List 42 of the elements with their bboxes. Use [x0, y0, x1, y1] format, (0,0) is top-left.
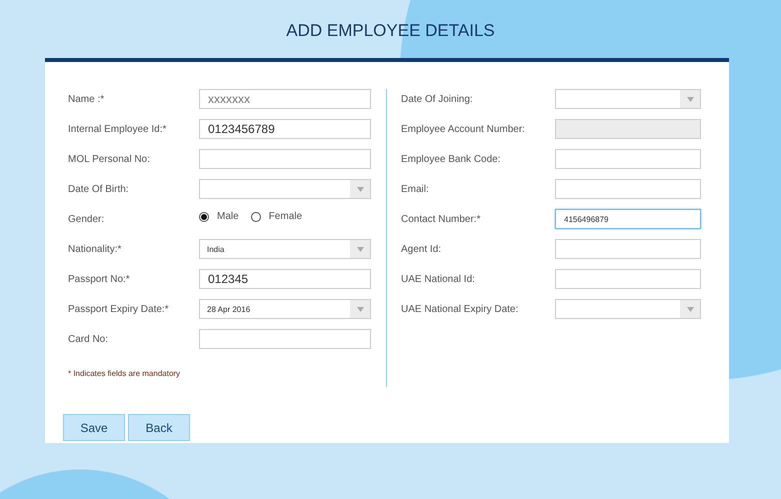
radio-option[interactable]: Female [250, 211, 302, 222]
dropdown-field[interactable] [555, 89, 701, 109]
dropdown-value: India [206, 244, 224, 254]
text-field[interactable]: xxxxxxx [199, 89, 371, 109]
text-field[interactable] [199, 149, 371, 169]
field-label: Agent Id: [400, 243, 442, 255]
text-field[interactable]: 0123456789 [199, 119, 371, 139]
save-button[interactable]: Save [63, 414, 125, 441]
field-label: Employee Bank Code: [400, 153, 502, 165]
field-label: UAE National Expiry Date: [400, 303, 520, 315]
field-label: Date Of Birth: [67, 183, 130, 195]
text-field[interactable] [555, 149, 701, 169]
field-label: Passport No:* [67, 273, 131, 285]
dropdown-field[interactable]: India [199, 239, 371, 259]
field-label: UAE National Id: [400, 273, 476, 285]
dropdown-field[interactable] [555, 299, 701, 319]
page-title: ADD EMPLOYEE DETAILS [285, 20, 496, 42]
radio-button[interactable] [250, 212, 261, 222]
text-field[interactable] [555, 239, 701, 259]
dropdown-field[interactable] [199, 179, 371, 199]
text-field[interactable]: 4156496879 [555, 209, 701, 229]
field-label: Date Of Joining: [400, 93, 474, 105]
field-label: Card No: [67, 333, 110, 345]
text-field[interactable] [199, 329, 371, 349]
field-label: Passport Expiry Date:* [67, 303, 170, 315]
field-label: Employee Account Number: [400, 123, 526, 135]
field-label: Nationality:* [67, 243, 122, 255]
dropdown-field[interactable]: 28 Apr 2016 [199, 299, 371, 319]
field-label: Contact Number:* [400, 213, 482, 225]
text-field[interactable] [555, 179, 701, 199]
radio-option[interactable]: Male [199, 211, 239, 222]
field-label: Internal Employee Id:* [67, 123, 168, 135]
text-field[interactable] [555, 269, 701, 289]
back-button[interactable]: Back [128, 414, 190, 441]
field-label: MOL Personal No: [67, 153, 151, 165]
field-label: Email: [400, 183, 430, 195]
field-label: Name :* [67, 93, 106, 105]
field-label: Gender: [67, 213, 106, 225]
text-field[interactable]: 012345 [199, 269, 371, 289]
mandatory-note: * Indicates fields are mandatory [67, 368, 182, 378]
dropdown-value: 28 Apr 2016 [206, 304, 250, 314]
radio-button[interactable] [199, 212, 209, 222]
